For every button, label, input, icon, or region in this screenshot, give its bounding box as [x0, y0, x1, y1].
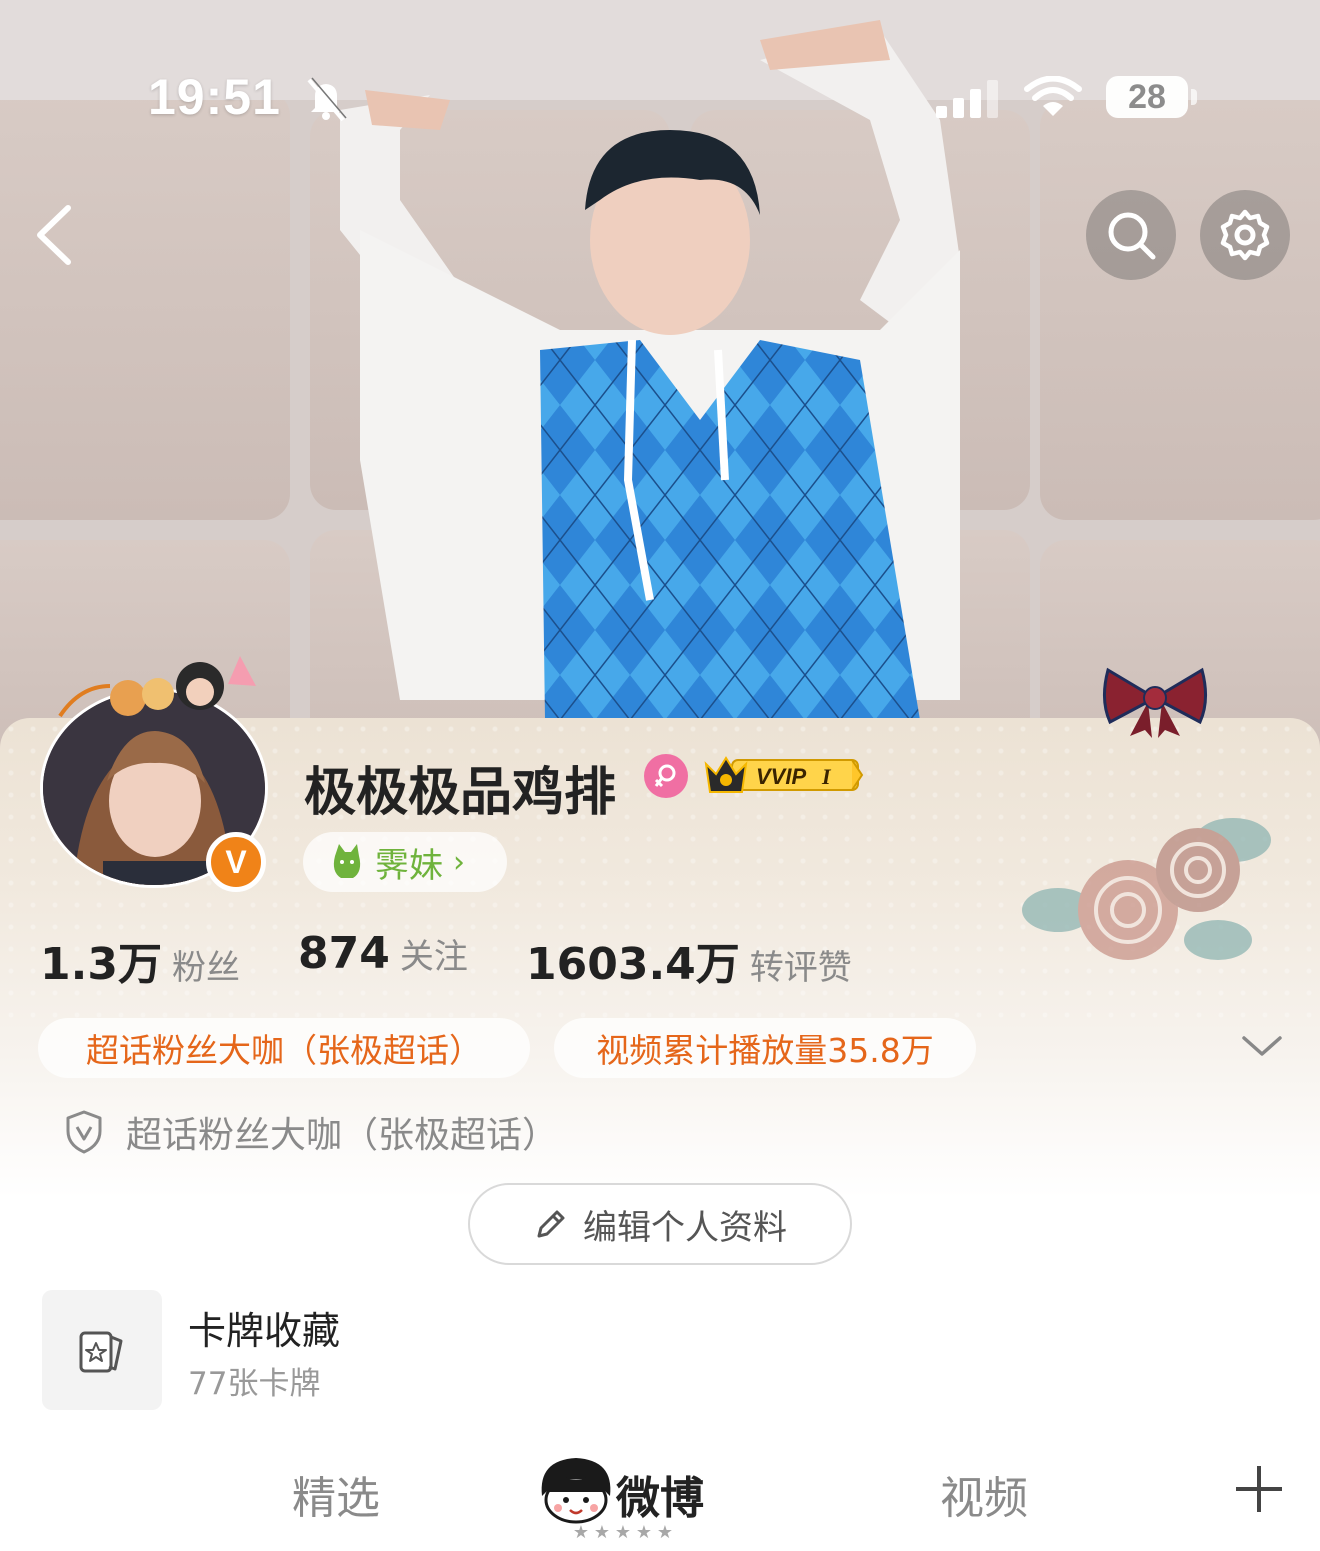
username: 极极极品鸡排: [304, 763, 617, 823]
rose-decoration-icon: [1022, 818, 1271, 960]
vvip-label: VVIP: [756, 764, 806, 789]
maruko-avatar-icon: [541, 1458, 611, 1524]
stat-label: 粉丝: [171, 948, 240, 988]
edit-profile-button[interactable]: 编辑个人资料: [468, 1183, 852, 1265]
card-icon: [79, 1331, 123, 1373]
card-collection-count: 77张卡牌: [188, 1366, 321, 1402]
plus-icon[interactable]: [1232, 1462, 1286, 1516]
star-icon: ★: [614, 1522, 632, 1543]
female-icon: [644, 754, 688, 798]
battery-tip: [1191, 89, 1197, 105]
wifi-icon: [1024, 76, 1082, 116]
cover-photo[interactable]: 19:51 28: [0, 0, 1320, 760]
status-bar: 19:51 28: [0, 68, 1320, 128]
stat-label: 关注: [399, 937, 468, 977]
stat-interactions[interactable]: 1603.4万 转评赞: [526, 928, 852, 992]
status-time: 19:51: [148, 69, 281, 125]
vvip-level: I: [821, 764, 832, 789]
pencil-icon: [537, 1210, 565, 1238]
stat-label: 转评赞: [749, 948, 852, 988]
fan-tag-label: 霁妹: [375, 845, 443, 886]
cat-icon: [333, 844, 361, 878]
tag-video-plays[interactable]: 视频累计播放量35.8万: [554, 1018, 976, 1078]
chevron-right-icon: ›: [453, 844, 465, 880]
avatar-pendant-icon: [58, 656, 256, 718]
card-collection-icon-box: [42, 1290, 162, 1410]
star-icon: ★: [656, 1522, 674, 1543]
back-icon[interactable]: [30, 200, 80, 270]
search-icon: [1108, 212, 1156, 260]
settings-icon: [1220, 209, 1270, 261]
tab-stars: ★ ★ ★ ★ ★: [572, 1524, 677, 1542]
star-icon: ★: [572, 1522, 590, 1543]
tag-super-topic-fan[interactable]: 超话粉丝大咖（张极超话）: [38, 1018, 530, 1078]
bow-decoration-icon: [1103, 667, 1207, 738]
stat-following[interactable]: 874 关注: [298, 928, 468, 979]
edit-profile-label: 编辑个人资料: [583, 1207, 787, 1248]
certification-row[interactable]: 超话粉丝大咖（张极超话）: [64, 1104, 558, 1160]
shield-icon: [66, 1110, 102, 1154]
stat-value: 1.3万: [40, 939, 162, 990]
certification-text: 超话粉丝大咖（张极超话）: [126, 1115, 559, 1156]
signal-icon: [936, 80, 998, 118]
search-button[interactable]: [1086, 190, 1176, 280]
tab-featured[interactable]: 精选: [292, 1462, 380, 1526]
card-collection-entry[interactable]: 卡牌收藏 77张卡牌: [42, 1290, 642, 1410]
battery-icon: 28: [1106, 76, 1188, 118]
bell-muted-icon: [307, 77, 347, 122]
chevron-down-icon[interactable]: [1240, 1032, 1284, 1060]
stat-value: 1603.4万: [526, 939, 740, 990]
star-icon: ★: [593, 1522, 611, 1543]
vvip-badge[interactable]: VVIP I: [702, 750, 864, 798]
fan-tag-button[interactable]: 霁妹 ›: [303, 832, 507, 892]
settings-button[interactable]: [1200, 190, 1290, 280]
tab-weibo[interactable]: 微博: [616, 1462, 704, 1526]
stat-value: 874: [298, 928, 390, 979]
stat-followers[interactable]: 1.3万 粉丝: [40, 928, 240, 992]
verified-badge: V: [206, 832, 266, 892]
card-collection-title: 卡牌收藏: [188, 1309, 341, 1353]
tab-video[interactable]: 视频: [940, 1462, 1028, 1526]
star-icon: ★: [635, 1522, 653, 1543]
profile-tabs: 精选 微博 ★ ★ ★ ★ ★ 视频: [0, 1440, 1320, 1551]
